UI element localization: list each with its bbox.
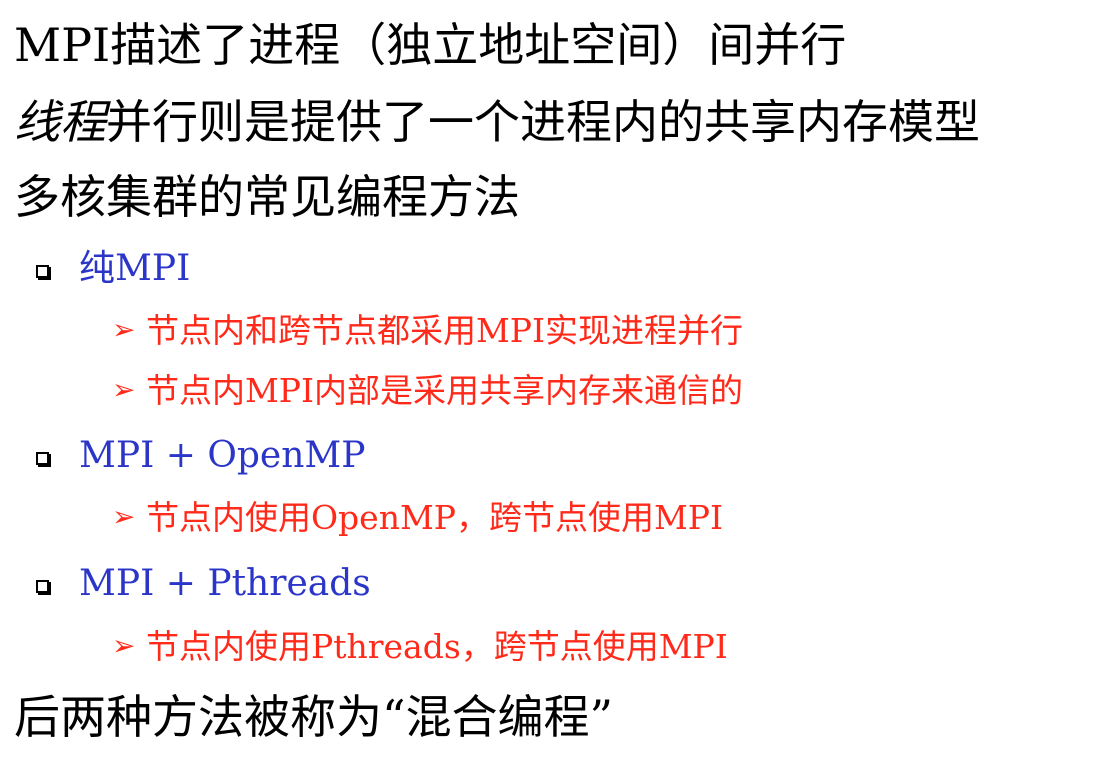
method-detail-item: ➢ 节点内和跨节点都采用MPI实现进程并行: [112, 314, 743, 347]
method-detail-item: ➢ 节点内使用OpenMP，跨节点使用MPI: [112, 501, 723, 534]
hollow-square-bullet-icon: [36, 264, 49, 278]
method-detail-item: ➢ 节点内使用Pthreads，跨节点使用MPI: [112, 630, 728, 663]
slide: MPI描述了进程（独立地址空间）间并行 线程并行则是提供了一个进程内的共享内存模…: [0, 0, 1110, 776]
conclusion-text: 后两种方法被称为“混合编程”: [14, 690, 614, 744]
statement-thread-shared-memory: 线程并行则是提供了一个进程内的共享内存模型: [14, 99, 980, 145]
italic-term-thread: 线程: [14, 95, 106, 149]
arrowhead-bullet-icon: ➢: [112, 372, 136, 406]
statement-text: MPI描述了进程（独立地址空间）间并行: [14, 18, 847, 72]
heading-text: 多核集群的常见编程方法: [14, 170, 520, 224]
method-item-mpi-pthreads: MPI + Pthreads: [36, 566, 371, 602]
arrowhead-bullet-icon: ➢: [112, 312, 136, 346]
arrowhead-bullet-icon: ➢: [112, 628, 136, 662]
method-detail-text: 节点内和跨节点都采用MPI实现进程并行: [146, 311, 744, 350]
method-label: MPI + Pthreads: [79, 563, 371, 604]
method-label: MPI + OpenMP: [79, 435, 366, 476]
method-item-mpi-openmp: MPI + OpenMP: [36, 438, 366, 474]
method-label: 纯MPI: [79, 248, 191, 289]
statement-text: 并行则是提供了一个进程内的共享内存模型: [106, 95, 980, 149]
conclusion-statement: 后两种方法被称为“混合编程”: [14, 694, 613, 740]
hollow-square-bullet-icon: [36, 579, 49, 593]
statement-mpi-process-parallel: MPI描述了进程（独立地址空间）间并行: [14, 22, 846, 68]
method-detail-text: 节点内使用OpenMP，跨节点使用MPI: [146, 498, 723, 537]
method-detail-text: 节点内MPI内部是采用共享内存来通信的: [146, 371, 744, 410]
method-detail-item: ➢ 节点内MPI内部是采用共享内存来通信的: [112, 374, 743, 407]
hollow-square-bullet-icon: [36, 451, 49, 465]
section-heading-programming-methods: 多核集群的常见编程方法: [14, 174, 520, 220]
arrowhead-bullet-icon: ➢: [112, 499, 136, 533]
method-detail-text: 节点内使用Pthreads，跨节点使用MPI: [146, 627, 728, 666]
method-item-pure-mpi: 纯MPI: [36, 251, 190, 287]
